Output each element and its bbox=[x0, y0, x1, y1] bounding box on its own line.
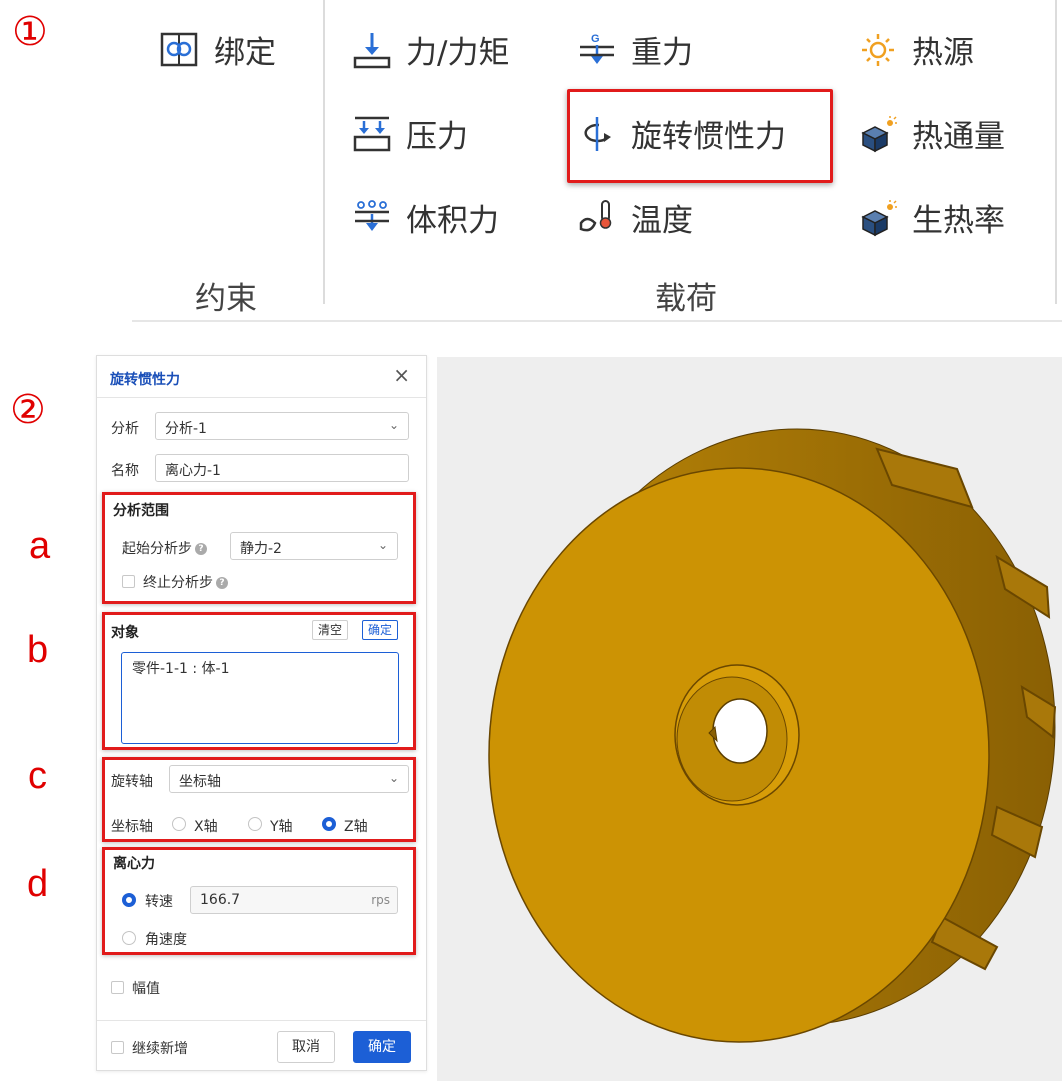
name-value: 离心力-1 bbox=[165, 463, 221, 479]
ribbon-bind-label: 绑定 bbox=[214, 35, 276, 71]
analysis-value: 分析-1 bbox=[165, 421, 207, 437]
gravity-icon: G bbox=[580, 33, 614, 64]
dialog-title: 旋转惯性力 bbox=[110, 372, 180, 388]
heat-flux-icon bbox=[861, 115, 897, 152]
heat-generation-icon bbox=[861, 199, 897, 236]
ribbon-heat-generation-button[interactable]: 生热率 bbox=[858, 195, 1005, 240]
marker-b: b bbox=[27, 629, 49, 671]
ok-button[interactable]: 确定 bbox=[353, 1031, 411, 1063]
ribbon-group-label-load: 载荷 bbox=[655, 281, 717, 317]
amplitude-checkbox[interactable] bbox=[111, 981, 124, 994]
temperature-icon bbox=[579, 199, 612, 231]
ribbon-pressure-label: 压力 bbox=[406, 119, 468, 155]
marker-d: d bbox=[27, 863, 49, 905]
impeller-model bbox=[488, 428, 1057, 1043]
name-input[interactable]: 离心力-1 bbox=[155, 454, 409, 482]
force-moment-icon bbox=[353, 32, 391, 68]
pressure-icon bbox=[353, 116, 391, 151]
ribbon-group-separator-right bbox=[1055, 0, 1057, 304]
3d-viewport[interactable] bbox=[437, 357, 1062, 1081]
annotation-box-a bbox=[102, 492, 416, 604]
highlight-rotational-inertia bbox=[567, 89, 833, 183]
close-icon[interactable]: × bbox=[393, 365, 410, 385]
ribbon-heat-generation-label: 生热率 bbox=[912, 203, 1005, 239]
ribbon-bind-button[interactable]: 绑定 bbox=[160, 27, 276, 72]
ribbon-body-force-button[interactable]: 体积力 bbox=[352, 195, 499, 240]
svg-text:G: G bbox=[591, 33, 600, 45]
amplitude-label: 幅值 bbox=[132, 981, 160, 997]
chevron-down-icon: ⌄ bbox=[388, 418, 399, 432]
annotation-box-c bbox=[102, 757, 416, 842]
ribbon-group-separator bbox=[323, 0, 325, 304]
ribbon-body-force-label: 体积力 bbox=[406, 203, 499, 239]
ribbon-heat-flux-label: 热通量 bbox=[912, 119, 1005, 155]
analysis-label: 分析 bbox=[111, 421, 139, 437]
body-force-icon bbox=[355, 199, 389, 231]
ribbon-temperature-button[interactable]: 温度 bbox=[577, 195, 693, 240]
ribbon-force-moment-button[interactable]: 力/力矩 bbox=[352, 27, 509, 72]
annotation-box-b bbox=[102, 612, 416, 750]
ribbon-group-label-constraint: 约束 bbox=[195, 281, 257, 317]
bind-icon bbox=[160, 32, 198, 66]
ribbon-heat-source-button[interactable]: 热源 bbox=[858, 27, 974, 72]
ribbon-gravity-button[interactable]: G 重力 bbox=[577, 27, 693, 72]
marker-a: a bbox=[29, 525, 51, 567]
marker-one: ① bbox=[12, 9, 48, 55]
marker-c: c bbox=[28, 755, 47, 797]
analysis-select[interactable]: 分析-1 ⌄ bbox=[155, 412, 409, 440]
name-label: 名称 bbox=[111, 463, 139, 479]
ribbon-temperature-label: 温度 bbox=[631, 203, 693, 239]
dialog-header-divider bbox=[97, 397, 426, 398]
marker-two: ② bbox=[10, 387, 46, 433]
dialog-footer-divider bbox=[97, 1020, 426, 1021]
ribbon-gravity-label: 重力 bbox=[631, 35, 693, 71]
ribbon-heat-flux-button[interactable]: 热通量 bbox=[858, 111, 1005, 156]
continue-add-label: 继续新增 bbox=[132, 1041, 188, 1057]
continue-add-checkbox[interactable] bbox=[111, 1041, 124, 1054]
ribbon-heat-source-label: 热源 bbox=[912, 35, 974, 71]
ribbon-pressure-button[interactable]: 压力 bbox=[352, 111, 468, 156]
ribbon-force-moment-label: 力/力矩 bbox=[406, 35, 510, 71]
ribbon-bottom-border bbox=[132, 320, 1062, 322]
cancel-button[interactable]: 取消 bbox=[277, 1031, 335, 1063]
heat-source-icon bbox=[862, 33, 894, 66]
annotation-box-d bbox=[102, 847, 416, 955]
